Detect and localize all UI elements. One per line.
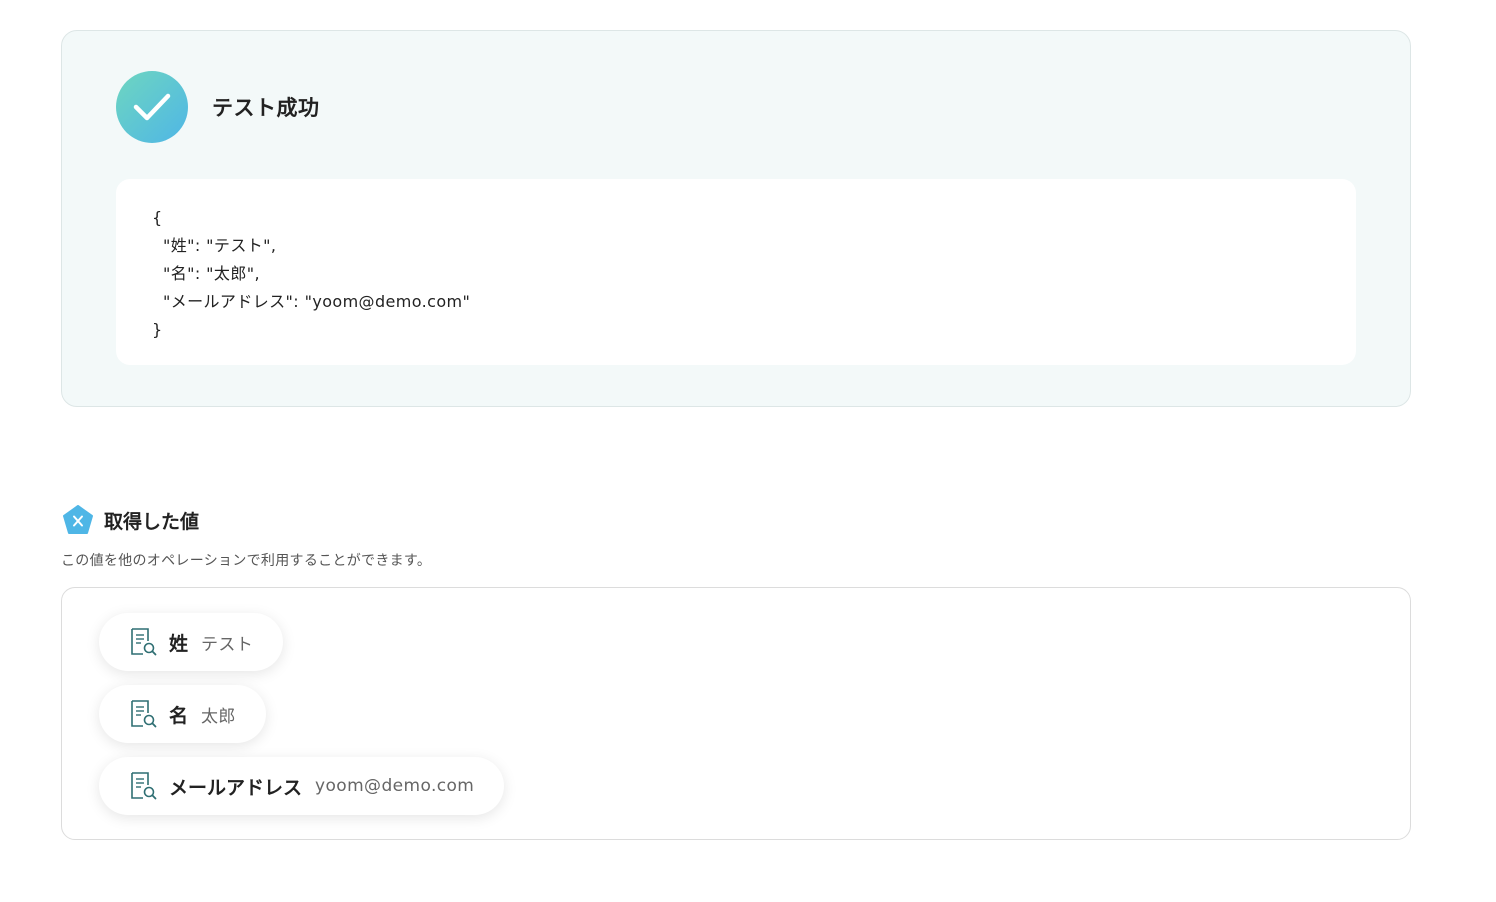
value-chip-value: yoom@demo.com [315, 776, 475, 796]
document-search-icon [131, 700, 157, 728]
check-icon [116, 71, 188, 143]
value-chip-label: 名 [169, 704, 189, 727]
json-output-box: { "姓": "テスト", "名": "太郎", "メールアドレス": "yoo… [116, 179, 1356, 365]
obtained-values-description: この値を他のオペレーションで利用することができます。 [61, 553, 432, 569]
value-chip-value: 太郎 [201, 706, 236, 727]
variable-pentagon-icon [63, 505, 93, 534]
obtained-values-title: 取得した値 [104, 510, 200, 533]
json-line: "名": "太郎", [152, 264, 260, 283]
document-search-icon [131, 628, 157, 656]
value-chip-label: メールアドレス [169, 776, 303, 799]
value-chip-email[interactable]: メールアドレス yoom@demo.com [99, 757, 505, 815]
value-chip-label: 姓 [169, 632, 189, 655]
test-result-title: テスト成功 [212, 96, 320, 120]
value-chip-first-name[interactable]: 名 太郎 [99, 685, 266, 743]
test-result-header: テスト成功 [116, 71, 320, 143]
json-line: "メールアドレス": "yoom@demo.com" [152, 292, 471, 311]
obtained-values-header: 取得した値 [62, 504, 199, 536]
obtained-values-box: 姓 テスト 名 太郎 メールアドレス yoom@demo.com [61, 587, 1411, 840]
value-chip-last-name[interactable]: 姓 テスト [99, 613, 284, 671]
json-line: "姓": "テスト", [152, 236, 277, 255]
json-line: { [152, 208, 163, 227]
json-line: } [152, 320, 163, 339]
value-chip-value: テスト [201, 634, 254, 655]
test-result-panel: テスト成功 { "姓": "テスト", "名": "太郎", "メールアドレス"… [61, 30, 1411, 407]
document-search-icon [131, 772, 157, 800]
